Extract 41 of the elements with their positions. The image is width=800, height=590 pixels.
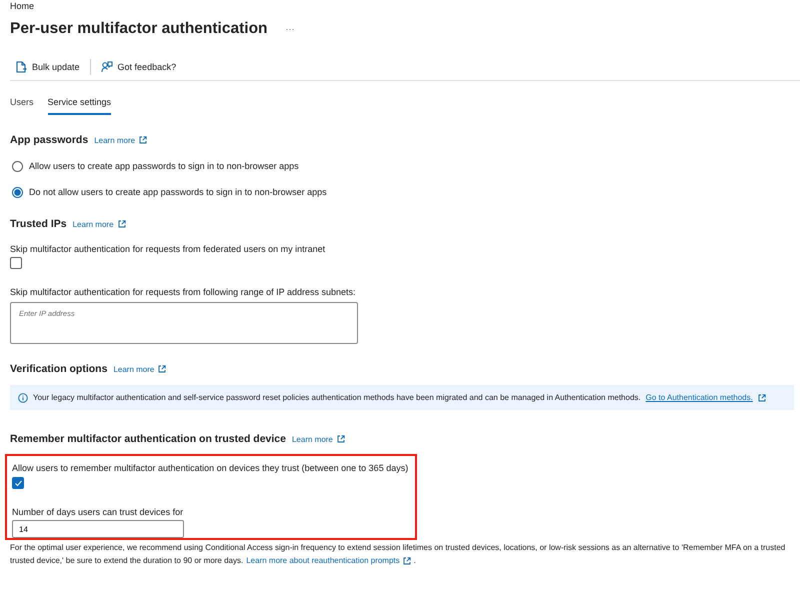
- field-label: Number of days users can trust devices for: [12, 507, 184, 517]
- tab[interactable]: Service settings: [48, 91, 112, 115]
- field-label: Skip multifactor authentication for requests from following range of IP address subnets:: [10, 287, 357, 297]
- external-link-icon: [758, 394, 766, 402]
- external-link-icon: [158, 365, 166, 373]
- radio-label: Do not allow users to create app passwords to sign in to non-browser apps: [29, 187, 327, 197]
- checkbox-label: Allow users to remember multifactor authentication on devices they trust (between one to 365 days): [12, 463, 410, 473]
- info-message: Your legacy multifactor authentication and self-service password reset policies authentication methods have been migrated and can be managed in Authentication methods.: [33, 393, 641, 402]
- info-icon: [18, 392, 28, 402]
- learn-more-link[interactable]: Learn more: [292, 434, 333, 444]
- breadcrumb[interactable]: Home: [0, 0, 800, 12]
- recommendation-text: trusted device,' be sure to extend the duration to 90 or more days.: [10, 556, 244, 565]
- external-link-icon: [139, 136, 148, 144]
- checkbox-label: Skip multifactor authentication for requests from federated users on my intranet: [10, 244, 326, 254]
- radio-label: Allow users to create app passwords to sign in to non-browser apps: [29, 161, 299, 171]
- recommendation-text: For the optimal user experience, we recommend using Conditional Access sign-in frequency to extend session lifetimes on trusted devices, locations, or low-risk sessions as an alternative to 'Remember MFA on a trusted: [10, 543, 786, 552]
- radio-button[interactable]: [12, 160, 23, 172]
- reauthentication-link[interactable]: Learn more about reauthentication prompts: [246, 556, 400, 565]
- person-feedback-icon: [100, 61, 113, 73]
- authentication-methods-link[interactable]: Go to Authentication methods.: [646, 393, 753, 402]
- feedback-button[interactable]: Got feedback?: [94, 61, 182, 73]
- section-heading: Verification options: [10, 363, 108, 375]
- bulk-update-button[interactable]: Bulk update: [10, 61, 86, 73]
- page-title: Per-user multifactor authentication: [10, 20, 268, 38]
- checkbox[interactable]: [12, 477, 24, 489]
- learn-more-link[interactable]: Learn more: [72, 220, 114, 228]
- learn-more-link[interactable]: Learn more: [94, 136, 136, 144]
- external-link-icon: [336, 435, 345, 443]
- checkbox[interactable]: [10, 257, 22, 269]
- section-heading: Remember multifactor authentication on trusted device: [10, 433, 286, 445]
- learn-more-link[interactable]: Learn more: [113, 364, 154, 374]
- external-link-icon: [118, 220, 126, 228]
- external-link-icon: [402, 556, 411, 564]
- days-field[interactable]: 14: [12, 520, 184, 538]
- radio-button[interactable]: [12, 186, 23, 198]
- section-heading: App passwords: [10, 134, 88, 146]
- section-heading: Trusted IPs: [10, 218, 67, 230]
- more-button[interactable]: ···: [286, 24, 295, 34]
- period-text: .: [414, 556, 416, 565]
- tab[interactable]: Users: [10, 91, 34, 115]
- document-icon: [16, 61, 27, 73]
